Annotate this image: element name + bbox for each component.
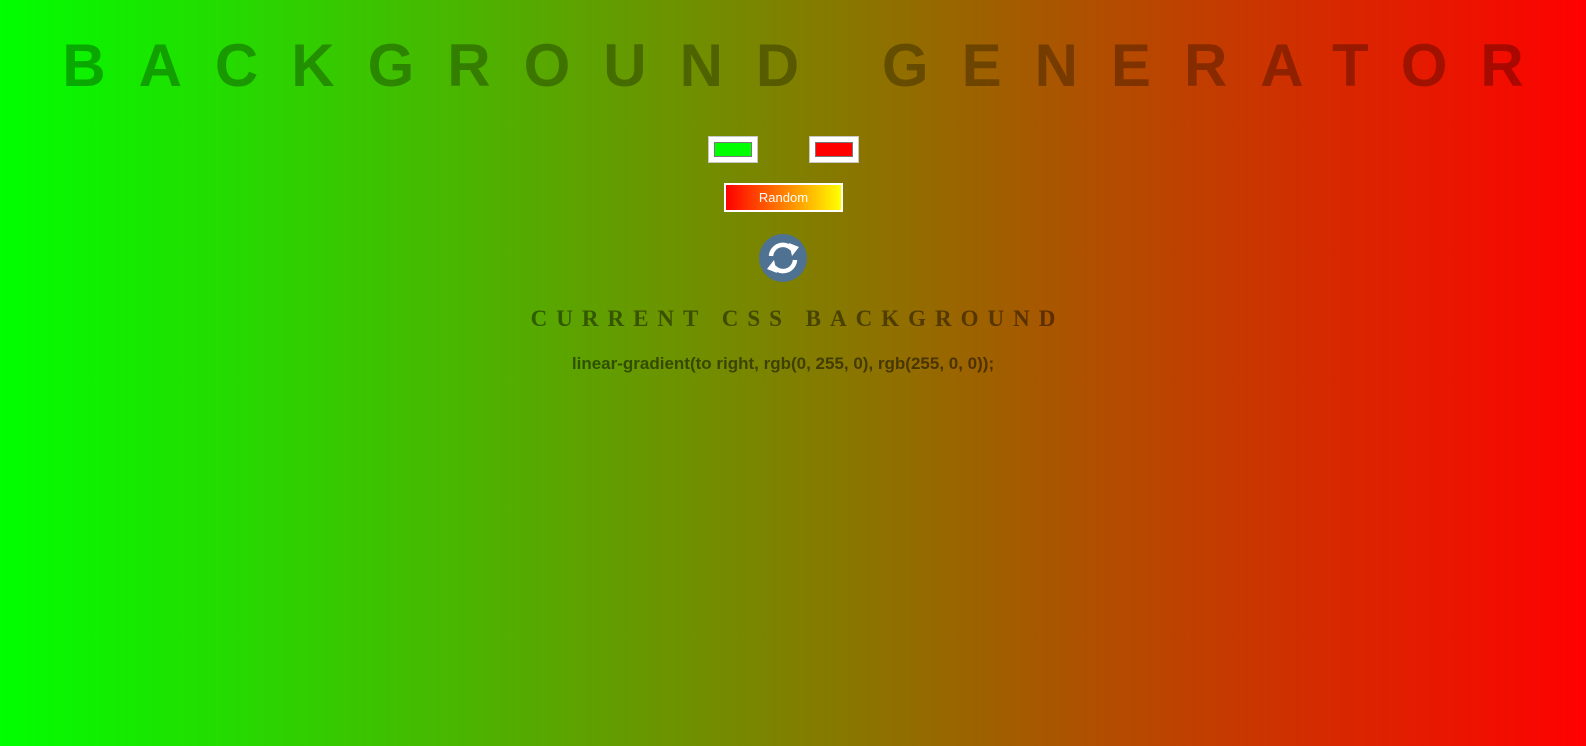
- color-picker-2-swatch: [815, 142, 853, 157]
- color-picker-2[interactable]: [809, 136, 859, 163]
- page-title: BACKGROUND GENERATOR: [62, 32, 1557, 99]
- page-background: BACKGROUND GENERATOR Random CURRENT CSS …: [0, 0, 1586, 746]
- random-button[interactable]: Random: [724, 183, 843, 212]
- refresh-icon: [759, 234, 807, 282]
- refresh-button[interactable]: [759, 234, 807, 282]
- css-output-text: linear-gradient(to right, rgb(0, 255, 0)…: [571, 354, 995, 373]
- color-picker-1[interactable]: [708, 136, 758, 163]
- color-picker-1-swatch: [714, 142, 752, 157]
- css-background-heading: CURRENT CSS BACKGROUND: [530, 306, 1065, 331]
